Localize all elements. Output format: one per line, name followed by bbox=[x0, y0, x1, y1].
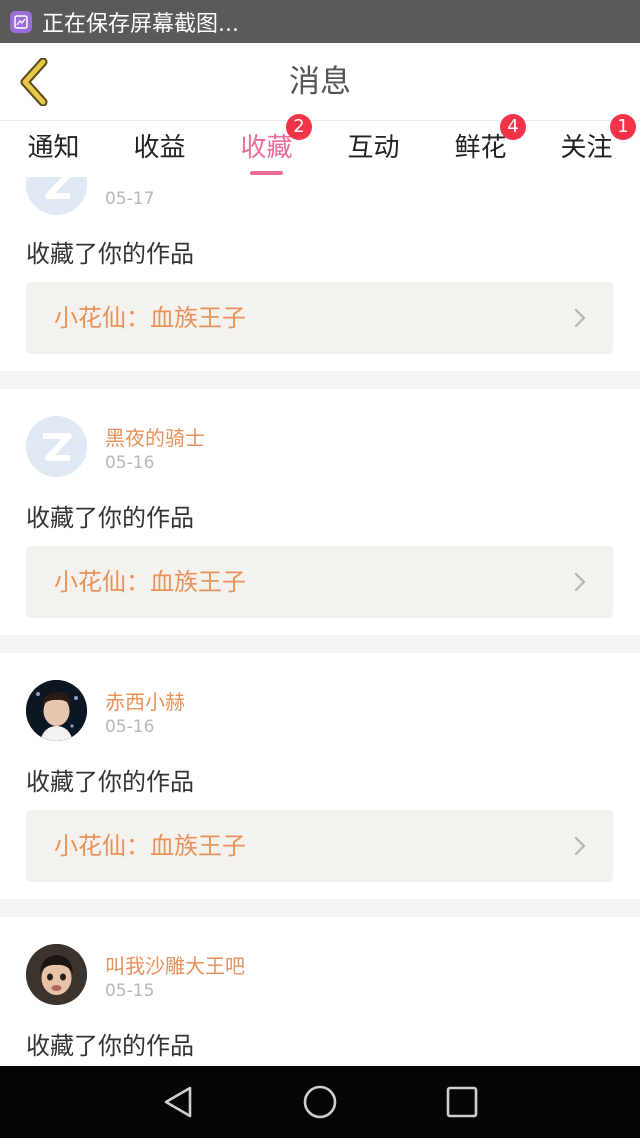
nav-back-icon[interactable] bbox=[160, 1084, 196, 1120]
avatar[interactable] bbox=[26, 177, 87, 215]
username[interactable]: 叫我沙雕大王吧 bbox=[105, 950, 245, 979]
tab-badge: 4 bbox=[500, 114, 526, 140]
message-text: 收藏了你的作品 bbox=[26, 240, 194, 268]
list-item: 赤西小赫 05-16 收藏了你的作品 小花仙：血族王子 bbox=[0, 653, 640, 899]
message-date: 05-15 bbox=[105, 981, 155, 1001]
list-item: 05-17 收藏了你的作品 小花仙：血族王子 bbox=[0, 177, 640, 371]
tab-favorites[interactable]: 收藏 2 bbox=[213, 114, 320, 177]
tab-label: 通知 bbox=[27, 133, 80, 163]
nav-home-icon[interactable] bbox=[302, 1084, 338, 1120]
tab-flowers[interactable]: 鲜花 4 bbox=[427, 114, 534, 177]
nav-recents-icon[interactable] bbox=[444, 1084, 480, 1120]
avatar[interactable] bbox=[26, 944, 87, 1005]
avatar[interactable] bbox=[26, 416, 87, 477]
message-text: 收藏了你的作品 bbox=[26, 768, 194, 796]
message-date: 05-16 bbox=[105, 453, 155, 473]
tab-bar: 通知 收益 收藏 2 互动 鲜花 4 关注 1 bbox=[0, 114, 640, 177]
list-item: 黑夜的骑士 05-16 收藏了你的作品 小花仙：血族王子 bbox=[0, 389, 640, 635]
message-text: 收藏了你的作品 bbox=[26, 504, 194, 532]
avatar[interactable] bbox=[26, 680, 87, 741]
work-title: 小花仙：血族王子 bbox=[54, 304, 246, 332]
tab-following[interactable]: 关注 1 bbox=[533, 114, 640, 177]
status-notification-text: 正在保存屏幕截图... bbox=[42, 11, 239, 37]
chevron-right-icon bbox=[574, 836, 586, 856]
chevron-right-icon bbox=[574, 308, 586, 328]
work-title: 小花仙：血族王子 bbox=[54, 832, 246, 860]
list-item: 叫我沙雕大王吧 05-15 收藏了你的作品 bbox=[0, 917, 640, 1066]
message-text: 收藏了你的作品 bbox=[26, 1032, 194, 1060]
header: 消息 bbox=[0, 43, 640, 121]
tab-interactions[interactable]: 互动 bbox=[320, 121, 427, 177]
message-date: 05-17 bbox=[105, 189, 155, 209]
status-bar: 正在保存屏幕截图... bbox=[0, 0, 640, 43]
tab-earnings[interactable]: 收益 bbox=[106, 121, 213, 177]
page-title: 消息 bbox=[289, 64, 351, 100]
tab-badge: 2 bbox=[286, 114, 312, 140]
tab-notifications[interactable]: 通知 bbox=[0, 121, 107, 177]
work-link[interactable]: 小花仙：血族王子 bbox=[26, 810, 613, 882]
system-navigation-bar bbox=[0, 1066, 640, 1138]
work-link[interactable]: 小花仙：血族王子 bbox=[26, 546, 613, 618]
username[interactable]: 赤西小赫 bbox=[105, 686, 185, 715]
work-title: 小花仙：血族王子 bbox=[54, 568, 246, 596]
tab-badge: 1 bbox=[610, 114, 636, 140]
message-date: 05-16 bbox=[105, 717, 155, 737]
tab-label: 收益 bbox=[133, 133, 186, 163]
username[interactable]: 黑夜的骑士 bbox=[105, 422, 205, 451]
active-tab-indicator bbox=[250, 171, 283, 175]
chevron-right-icon bbox=[574, 572, 586, 592]
tab-label: 互动 bbox=[347, 133, 400, 163]
message-list[interactable]: 05-17 收藏了你的作品 小花仙：血族王子 黑夜的骑士 05-16 收藏了你的… bbox=[0, 177, 640, 1066]
screenshot-icon bbox=[10, 10, 32, 33]
work-link[interactable]: 小花仙：血族王子 bbox=[26, 282, 613, 354]
